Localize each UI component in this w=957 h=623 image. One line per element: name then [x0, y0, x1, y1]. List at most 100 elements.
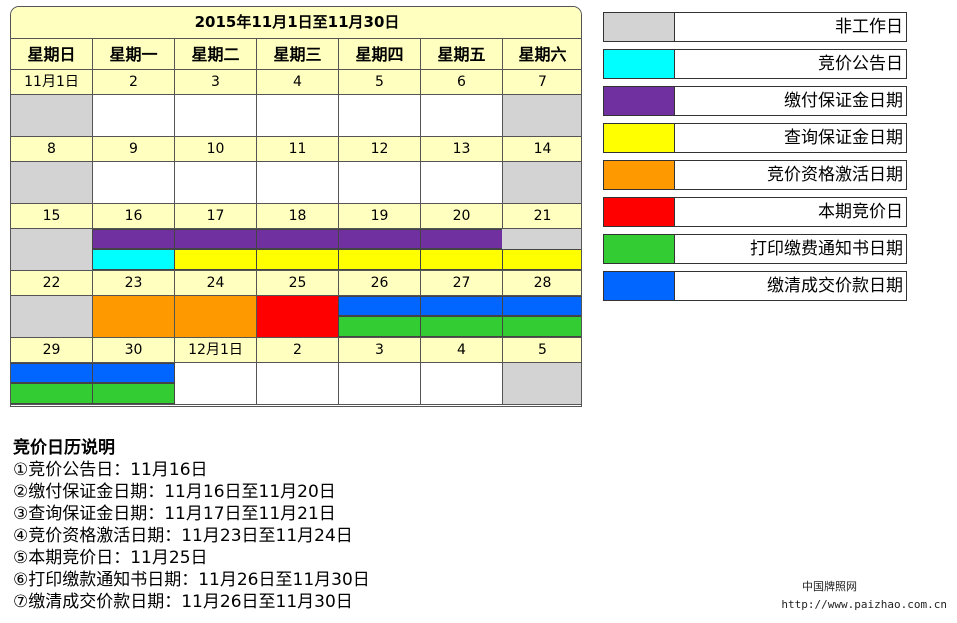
date-number: 15 [11, 204, 93, 229]
legend-item: 查询保证金日期 [603, 123, 907, 153]
period-bar-purple [92, 229, 175, 249]
day-cell [11, 229, 93, 271]
date-number: 20 [421, 204, 503, 229]
date-number: 3 [175, 70, 257, 95]
day-cell [257, 162, 339, 204]
day-cell [339, 95, 421, 137]
notes-line: ①竞价公告日：11月16日 [13, 460, 208, 480]
period-bar-green [338, 316, 421, 337]
period-bar-green [502, 316, 581, 337]
date-number: 30 [93, 338, 175, 363]
day-cell [11, 363, 93, 405]
date-number: 13 [421, 137, 503, 162]
legend-label: 缴清成交价款日期 [767, 276, 903, 296]
day-cell [11, 296, 93, 338]
weekday-header: 星期四 [339, 39, 421, 70]
day-cell [338, 229, 421, 271]
notes-line: ⑦缴清成交价款日期：11月26日至11月30日 [13, 592, 353, 612]
legend-swatch [604, 87, 675, 115]
day-cell [503, 162, 581, 204]
legend-swatch [604, 50, 675, 78]
day-cell [257, 95, 339, 137]
legend-label: 竞价资格激活日期 [767, 165, 903, 185]
legend-item: 竞价公告日 [603, 49, 907, 79]
period-bar-green [420, 316, 503, 337]
legend-item: 本期竞价日 [603, 197, 907, 227]
date-number: 5 [339, 70, 421, 95]
date-number: 2 [257, 338, 339, 363]
day-cell [92, 363, 175, 405]
legend-item: 打印缴费通知书日期 [603, 234, 907, 264]
weekday-header: 星期五 [421, 39, 503, 70]
period-bar-purple [256, 229, 339, 249]
period-bar-purple [174, 229, 257, 249]
period-bar-cyan [92, 249, 175, 270]
weekday-header: 星期一 [93, 39, 175, 70]
date-number: 10 [175, 137, 257, 162]
notes-line: ②缴付保证金日期：11月16日至11月20日 [13, 482, 336, 502]
day-cell [339, 162, 421, 204]
date-number: 12月1日 [175, 338, 257, 363]
legend-item: 非工作日 [603, 12, 907, 42]
date-number: 5 [503, 338, 581, 363]
legend-swatch [604, 13, 675, 41]
date-number: 4 [257, 70, 339, 95]
period-bar-yellow [338, 249, 421, 270]
day-cell [11, 162, 93, 204]
period-bar-green [11, 383, 93, 404]
date-number: 29 [11, 338, 93, 363]
period-bar-blue [92, 363, 175, 383]
day-cell [175, 95, 257, 137]
date-number: 11月1日 [11, 70, 93, 95]
legend-swatch [604, 161, 675, 189]
date-number: 7 [503, 70, 581, 95]
day-cell [175, 296, 257, 338]
watermark-url: http://www.paizhao.com.cn [781, 598, 947, 611]
day-cell [503, 95, 581, 137]
legend-label: 本期竞价日 [818, 202, 903, 222]
legend-swatch [604, 272, 675, 300]
day-cell [421, 95, 503, 137]
date-number: 4 [421, 338, 503, 363]
notes-title: 竞价日历说明 [13, 438, 115, 458]
legend-item: 缴清成交价款日期 [603, 271, 907, 301]
period-bar-yellow [420, 249, 503, 270]
period-bar-green [92, 383, 175, 404]
day-cell [339, 363, 421, 405]
weekday-header: 星期二 [175, 39, 257, 70]
auction-calendar: 2015年11月1日至11月30日 星期日 星期一 星期二 星期三 星期四 星期五 星期六 1… [10, 6, 582, 407]
date-number: 23 [93, 271, 175, 296]
date-number: 25 [257, 271, 339, 296]
legend-swatch [604, 235, 675, 263]
day-cell [93, 95, 175, 137]
legend-item: 缴付保证金日期 [603, 86, 907, 116]
legend-swatch [604, 124, 675, 152]
calendar-title: 2015年11月1日至11月30日 [11, 7, 581, 39]
notes-lines: ①竞价公告日：11月16日 ②缴付保证金日期：11月16日至11月20日 ③查询保证… [13, 459, 573, 613]
legend-label: 缴付保证金日期 [784, 91, 903, 111]
legend-label: 打印缴费通知书日期 [750, 239, 903, 259]
legend-item: 竞价资格激活日期 [603, 160, 907, 190]
day-cell [502, 296, 581, 338]
date-number: 11 [257, 137, 339, 162]
period-bar-purple [420, 229, 503, 249]
period-bar-yellow [174, 249, 257, 270]
day-cell [92, 229, 175, 271]
period-bar-yellow [256, 249, 339, 270]
notes-line: ③查询保证金日期：11月17日至11月21日 [13, 504, 336, 524]
date-number: 2 [93, 70, 175, 95]
day-cell [420, 229, 503, 271]
legend-label: 竞价公告日 [818, 54, 903, 74]
date-number: 6 [421, 70, 503, 95]
date-number: 19 [339, 204, 421, 229]
day-cell [257, 296, 339, 338]
day-cell [175, 162, 257, 204]
day-cell [503, 363, 581, 405]
legend-label: 非工作日 [835, 17, 903, 37]
day-cell [338, 296, 421, 338]
date-number: 18 [257, 204, 339, 229]
period-bar-gray [502, 229, 581, 249]
notes-line: ⑤本期竞价日：11月25日 [13, 548, 208, 568]
period-bar-blue [11, 363, 93, 383]
day-cell [11, 95, 93, 137]
